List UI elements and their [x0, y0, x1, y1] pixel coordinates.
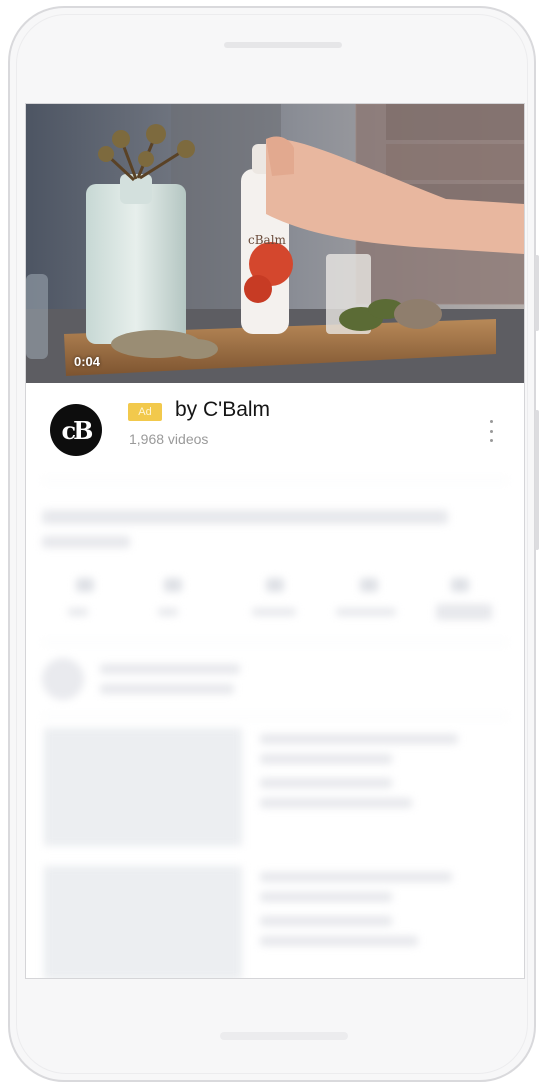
- video-frame: cBalm: [26, 104, 524, 383]
- speaker-grille: [224, 42, 342, 48]
- ad-channel-row[interactable]: cB Ad by C'Balm 1,968 videos: [26, 384, 524, 480]
- more-options-icon[interactable]: [486, 420, 496, 442]
- ad-badge: Ad: [128, 403, 162, 421]
- phone-screen: cBalm 0:04 cB Ad by C'Balm 1,968 videos: [25, 103, 525, 979]
- video-player[interactable]: cBalm 0:04: [26, 104, 524, 383]
- ad-channel-subtitle: 1,968 videos: [129, 431, 209, 447]
- home-indicator[interactable]: [220, 1032, 348, 1040]
- home-area: [32, 998, 532, 1070]
- channel-logo[interactable]: cB: [50, 404, 102, 456]
- video-timestamp: 0:04: [74, 354, 101, 369]
- svg-text:cBalm: cBalm: [248, 233, 287, 247]
- blurred-content: [26, 480, 524, 978]
- volume-up-button: [535, 255, 539, 331]
- power-button: [535, 410, 539, 550]
- ad-channel-title[interactable]: by C'Balm: [175, 398, 270, 422]
